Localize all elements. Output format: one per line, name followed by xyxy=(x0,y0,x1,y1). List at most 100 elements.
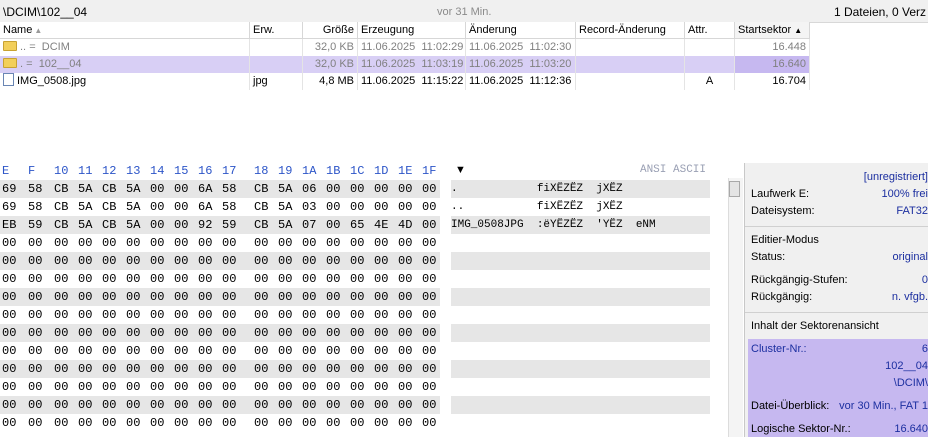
link-marker: = xyxy=(29,41,36,53)
file-size: 32,0 KB xyxy=(303,56,358,73)
hex-column-offset: 1A xyxy=(302,164,317,178)
hex-column-offset: 17 xyxy=(222,164,237,178)
file-start-sector: 16.448 xyxy=(735,39,810,56)
hex-column-offset: 14 xyxy=(150,164,165,178)
current-path: \DCIM\102__04 xyxy=(3,5,88,19)
hex-column-offset: 1E xyxy=(398,164,413,178)
file-name: 102__04 xyxy=(38,58,82,70)
text-column-header: ▼ ANSI ASCII xyxy=(447,163,712,179)
file-attr xyxy=(685,39,735,56)
hex-column-offset: 1C xyxy=(350,164,365,178)
column-header-created[interactable]: Erzeugung xyxy=(358,22,466,39)
edit-mode-heading: Editier-Modus xyxy=(751,234,819,246)
file-record-modified xyxy=(576,56,685,73)
info-panel: [unregistriert] Laufwerk E: 100% frei Da… xyxy=(744,163,928,437)
drive-label: Laufwerk E: xyxy=(751,188,810,200)
text-row[interactable] xyxy=(451,396,710,414)
charset-dropdown[interactable]: ▼ xyxy=(455,164,479,178)
scrollbar-thumb[interactable] xyxy=(729,181,740,197)
file-row-102-04[interactable]: . = 102__04 32,0 KB 11.06.2025 11:03:19 … xyxy=(0,56,810,73)
cluster-label: Cluster-Nr.: xyxy=(751,343,807,355)
text-row[interactable] xyxy=(451,414,710,432)
undo-value: n. vfgb. xyxy=(891,291,928,303)
text-row[interactable] xyxy=(451,270,710,288)
column-header-size[interactable]: Größe xyxy=(303,22,358,39)
filesystem-label: Dateisystem: xyxy=(751,205,815,217)
directory-listing: Name ▲ Erw. Größe Erzeugung Änderung Reco… xyxy=(0,22,810,90)
link-marker: = xyxy=(26,58,33,70)
hex-column-offset: 13 xyxy=(126,164,141,178)
file-ext xyxy=(250,39,303,56)
file-created: 11.06.2025 11:03:19 xyxy=(358,56,466,73)
sort-asc-icon: ▲ xyxy=(34,26,43,35)
text-row[interactable]: IMG_0508JPG :ëYËZËZ 'YËZ eNM xyxy=(451,216,710,234)
file-count: 1 Dateien, 0 Verz xyxy=(833,5,926,19)
hex-column-offset: 16 xyxy=(198,164,213,178)
file-created: 11.06.2025 11:15:22 xyxy=(358,73,466,90)
file-created: 11.06.2025 11:02:29 xyxy=(358,39,466,56)
column-header-modified[interactable]: Änderung xyxy=(466,22,576,39)
cluster-path: \DCIM\ xyxy=(893,377,928,389)
status-label: Status: xyxy=(751,251,786,263)
divider xyxy=(745,226,928,227)
file-start-sector: 16.704 xyxy=(735,73,810,90)
text-row[interactable]: .. fiXËZËZ jXËZ xyxy=(451,198,710,216)
text-row[interactable] xyxy=(451,360,710,378)
column-header-record-modified[interactable]: Record-Änderung xyxy=(576,22,685,39)
text-bytes-area[interactable]: . fiXËZËZ jXËZ.. fiXËZËZ jXËZ IMG_0508JPG… xyxy=(0,180,725,437)
hex-column-offset: E xyxy=(2,164,10,178)
folder-icon xyxy=(3,58,17,68)
text-row[interactable] xyxy=(451,234,710,252)
file-row-dcim[interactable]: .. = DCIM 32,0 KB 11.06.2025 11:02:29 11… xyxy=(0,39,810,56)
file-record-modified xyxy=(576,73,685,90)
text-row[interactable] xyxy=(451,324,710,342)
sort-desc-icon: ▲ xyxy=(794,26,803,35)
column-header-start-sector-label: Startsektor xyxy=(738,24,792,36)
cluster-value: 6 xyxy=(921,343,928,355)
file-row-img-0508[interactable]: IMG_0508.jpg jpg 4,8 MB 11.06.2025 11:15… xyxy=(0,73,810,90)
hex-column-offset: 10 xyxy=(54,164,69,178)
hex-column-offset: 15 xyxy=(174,164,189,178)
column-header-attr[interactable]: Attr. xyxy=(685,22,735,39)
hex-column-offset: F xyxy=(28,164,36,178)
sector-view-heading: Inhalt der Sektorenansicht xyxy=(751,320,879,332)
text-row[interactable] xyxy=(451,288,710,306)
undo-levels-label: Rückgängig-Stufen: xyxy=(751,274,848,286)
file-size: 32,0 KB xyxy=(303,39,358,56)
text-row[interactable] xyxy=(451,342,710,360)
overview-label: Datei-Überblick: xyxy=(751,400,830,412)
overview-value: vor 30 Min., FAT 1 xyxy=(839,400,928,412)
unregistered-label: [unregistriert] xyxy=(863,171,928,183)
text-row[interactable]: . fiXËZËZ jXËZ xyxy=(451,180,710,198)
file-attr: A xyxy=(685,73,735,90)
text-row[interactable] xyxy=(451,252,710,270)
text-row[interactable] xyxy=(451,378,710,396)
hex-column-offset: 18 xyxy=(254,164,269,178)
current-marker: . xyxy=(20,58,24,70)
hex-column-offset: 12 xyxy=(102,164,117,178)
file-name: IMG_0508.jpg xyxy=(17,75,87,87)
undo-levels-value: 0 xyxy=(921,274,928,286)
column-header-name[interactable]: Name ▲ xyxy=(0,22,250,39)
file-start-sector: 16.640 xyxy=(735,56,810,73)
column-header-start-sector[interactable]: Startsektor ▲ xyxy=(735,22,810,39)
cluster-directory: 102__04 xyxy=(885,360,928,372)
hex-column-offset: 19 xyxy=(278,164,293,178)
text-row[interactable] xyxy=(451,306,710,324)
column-header-ext[interactable]: Erw. xyxy=(250,22,303,39)
logical-sector-label: Logische Sektor-Nr.: xyxy=(751,423,851,435)
file-record-modified xyxy=(576,39,685,56)
hex-column-offset: 1D xyxy=(374,164,389,178)
file-modified: 11.06.2025 11:12:36 xyxy=(466,73,576,90)
file-size: 4,8 MB xyxy=(303,73,358,90)
file-ext xyxy=(250,56,303,73)
file-icon xyxy=(3,73,14,86)
charset-label: ANSI ASCII xyxy=(639,164,706,176)
file-name: DCIM xyxy=(41,41,70,53)
vertical-scrollbar[interactable] xyxy=(728,178,743,437)
filesystem-value: FAT32 xyxy=(896,205,928,217)
path-bar: \DCIM\102__04 vor 31 Min. 1 Dateien, 0 V… xyxy=(0,0,928,23)
hex-column-offset: 1F xyxy=(422,164,437,178)
hex-offset-header: E F 10 11 12 13 14 15 16 17 18 19 1A 1B 1C 1D 1E 1F xyxy=(0,163,440,179)
column-header-name-label: Name xyxy=(3,24,33,36)
